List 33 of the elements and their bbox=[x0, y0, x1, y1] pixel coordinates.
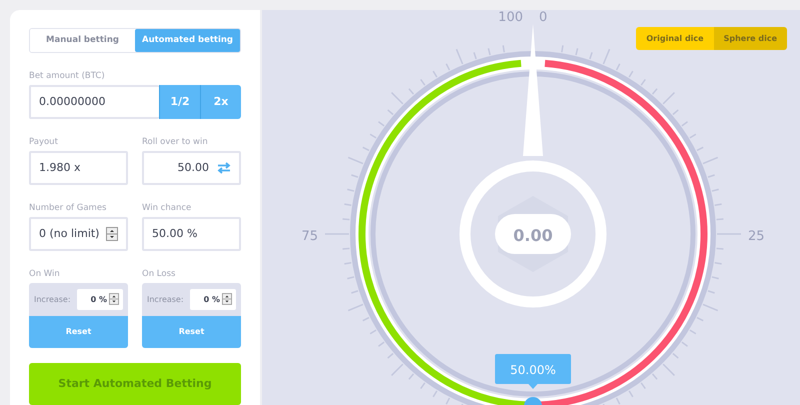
dial-label: 100 bbox=[498, 10, 523, 25]
games-field[interactable]: 0 (no limit) bbox=[29, 216, 128, 251]
field-label: Payout bbox=[29, 136, 59, 147]
field-label: Bet amount (BTC) bbox=[29, 70, 106, 81]
increase-label: Increase: bbox=[147, 294, 184, 304]
start-button[interactable]: Start Automated Betting bbox=[29, 362, 241, 405]
increase-field[interactable]: 0 % bbox=[190, 288, 236, 310]
payout-field[interactable]: 1.980 x bbox=[29, 150, 128, 185]
increase-field[interactable]: 0 % bbox=[76, 288, 123, 310]
spinner-icon[interactable] bbox=[222, 293, 232, 306]
result-value: 0.00 bbox=[513, 226, 553, 245]
reset-button[interactable]: Reset bbox=[142, 316, 241, 348]
mode-tab[interactable]: Automated betting bbox=[135, 29, 240, 52]
field-label: Win chance bbox=[142, 202, 192, 213]
bet-multiplier-button[interactable]: 1/2 bbox=[159, 84, 200, 119]
field-label: Number of Games bbox=[29, 202, 108, 213]
win-chance-field[interactable]: 50.00 % bbox=[142, 216, 241, 251]
dice-mode-tab[interactable]: Sphere dice bbox=[714, 27, 787, 50]
spinner-icon[interactable] bbox=[106, 226, 118, 241]
slider-thumb[interactable] bbox=[524, 397, 542, 405]
field-label: Roll over to win bbox=[142, 136, 209, 147]
increase-label: Increase: bbox=[34, 294, 71, 304]
roll-over-field[interactable]: 50.00 bbox=[142, 150, 241, 185]
spinner-icon[interactable] bbox=[109, 293, 119, 306]
win-chance-value: 50.00% bbox=[510, 363, 556, 377]
field-label: On Loss bbox=[142, 268, 176, 279]
dial-label: 75 bbox=[301, 229, 318, 244]
bet-multiplier-button[interactable]: 2x bbox=[200, 84, 241, 119]
reset-button[interactable]: Reset bbox=[29, 316, 128, 348]
dice-mode-tab[interactable]: Original dice bbox=[636, 27, 714, 50]
dial-label: 0 bbox=[539, 10, 548, 25]
dial-label: 25 bbox=[748, 229, 765, 244]
field-label: On Win bbox=[29, 268, 61, 279]
